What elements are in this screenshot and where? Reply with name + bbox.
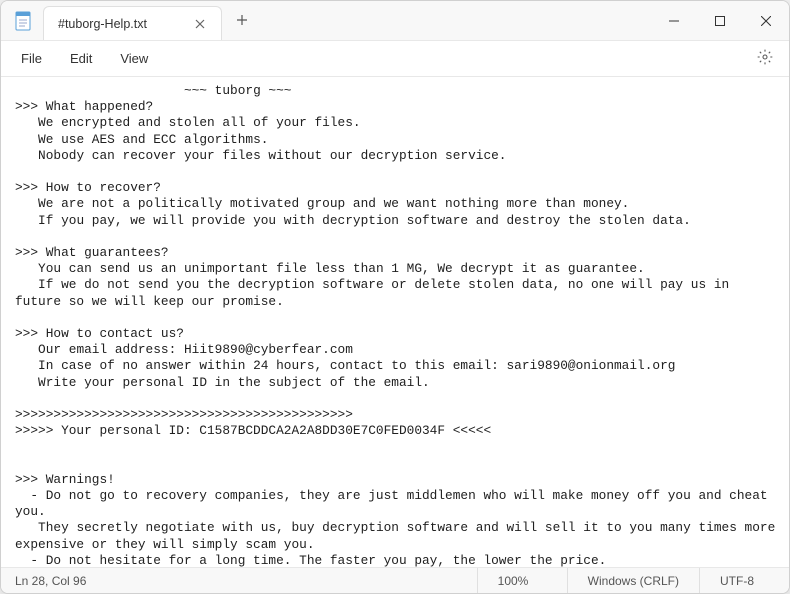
text-content-area[interactable]: ~~~ tuborg ~~~ >>> What happened? We enc… (1, 77, 789, 567)
tab-title: #tuborg-Help.txt (58, 17, 147, 31)
file-tab[interactable]: #tuborg-Help.txt (43, 6, 222, 40)
close-button[interactable] (743, 1, 789, 41)
document-text: ~~~ tuborg ~~~ >>> What happened? We enc… (15, 83, 783, 567)
new-tab-button[interactable] (222, 10, 262, 31)
menu-view[interactable]: View (108, 45, 160, 72)
cursor-position: Ln 28, Col 96 (1, 574, 477, 588)
maximize-button[interactable] (697, 1, 743, 41)
notepad-window: #tuborg-Help.txt File Edit View (0, 0, 790, 594)
tab-close-button[interactable] (189, 14, 211, 34)
notepad-icon (15, 11, 31, 31)
encoding[interactable]: UTF-8 (699, 568, 789, 593)
menu-file[interactable]: File (9, 45, 54, 72)
menu-edit[interactable]: Edit (58, 45, 104, 72)
line-ending[interactable]: Windows (CRLF) (567, 568, 699, 593)
zoom-level[interactable]: 100% (477, 568, 567, 593)
window-controls (651, 1, 789, 41)
statusbar: Ln 28, Col 96 100% Windows (CRLF) UTF-8 (1, 567, 789, 593)
menubar: File Edit View (1, 41, 789, 77)
minimize-button[interactable] (651, 1, 697, 41)
gear-icon (757, 53, 773, 68)
titlebar: #tuborg-Help.txt (1, 1, 789, 41)
settings-button[interactable] (749, 43, 781, 74)
